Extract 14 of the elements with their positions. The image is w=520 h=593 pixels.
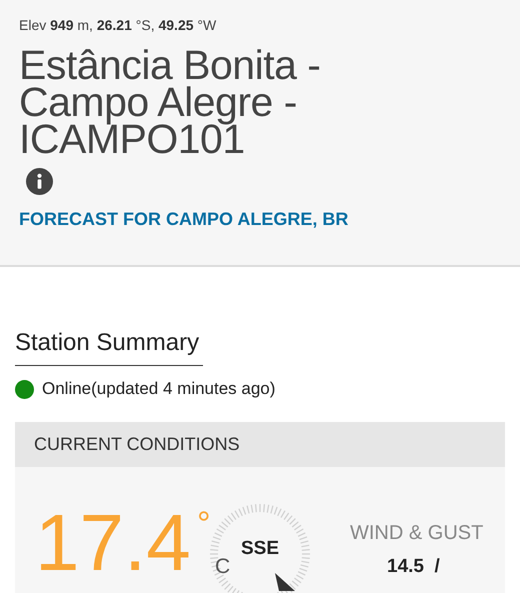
forecast-link[interactable]: FORECAST FOR CAMPO ALEGRE, BR bbox=[19, 209, 348, 230]
temperature-unit: C bbox=[215, 555, 230, 579]
station-name: Estância Bonita - Campo Alegre - ICAMPO101 bbox=[19, 47, 322, 158]
wind-label: WIND & GUST bbox=[350, 522, 484, 545]
wind-direction: SSE bbox=[240, 538, 280, 560]
wind-arrow-icon bbox=[273, 573, 295, 593]
section-header: CURRENT CONDITIONS bbox=[15, 422, 505, 467]
status-text: Online(updated 4 minutes ago) bbox=[42, 379, 276, 399]
temperature: 17.4 bbox=[35, 503, 191, 583]
wind-speed: 14.5 / bbox=[387, 556, 440, 578]
section-title: Station Summary bbox=[15, 329, 204, 366]
location-line: Elev 949 m, 26.21 °S, 49.25 °W bbox=[19, 17, 218, 33]
degree-sign: ° bbox=[197, 507, 211, 541]
info-icon[interactable] bbox=[26, 168, 53, 195]
